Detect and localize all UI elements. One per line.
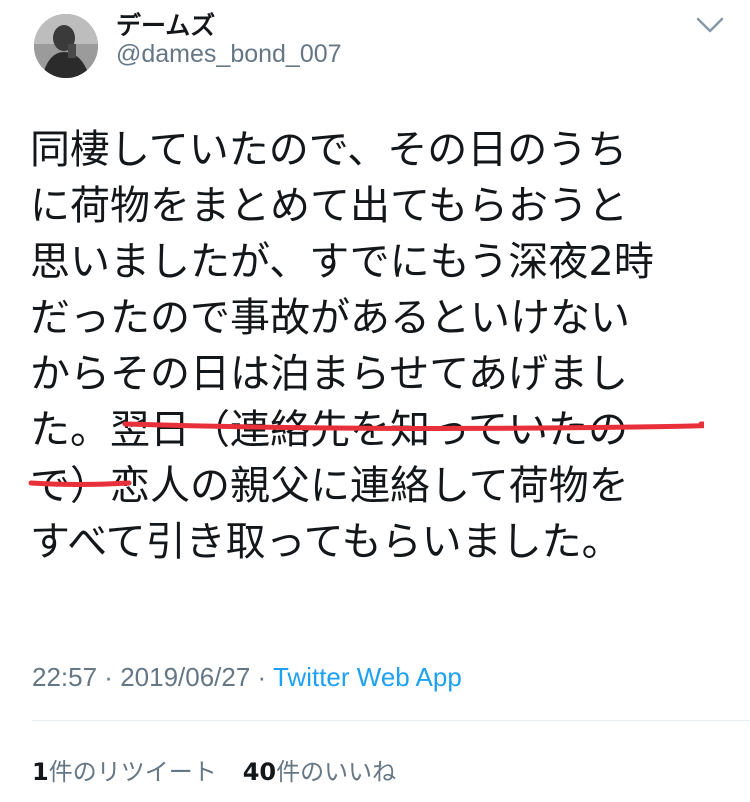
like-count: 40 — [242, 758, 277, 786]
tweet-header: デームズ @dames_bond_007 — [0, 0, 750, 90]
chevron-down-icon[interactable] — [690, 12, 730, 38]
tweet-time[interactable]: 22:57 — [32, 662, 97, 692]
tweet-line: すべて引き取ってもらいました。 — [30, 519, 622, 565]
like-stat[interactable]: 40件のいいね — [243, 758, 396, 786]
retweet-stat[interactable]: 1件のリツイート — [32, 758, 217, 786]
tweet-line: 思いましたが、すでにもう深夜2時 — [30, 239, 654, 285]
display-name[interactable]: デームズ — [116, 6, 215, 42]
separator: · — [97, 662, 121, 692]
separator: · — [250, 662, 273, 692]
retweet-label: 件のリツイート — [48, 758, 217, 786]
tweet-line: で）恋人の親父に連絡して荷物を — [30, 463, 629, 509]
retweet-count: 1 — [32, 758, 49, 786]
avatar[interactable] — [34, 14, 98, 78]
tweet-line: に荷物をまとめて出てもらおうと — [30, 183, 628, 229]
tweet-date[interactable]: 2019/06/27 — [120, 662, 250, 692]
red-underline-mark — [122, 421, 704, 431]
tweet-source-link[interactable]: Twitter Web App — [273, 662, 462, 692]
like-label: 件のいいね — [276, 758, 397, 786]
user-handle[interactable]: @dames_bond_007 — [116, 40, 342, 69]
red-underline-mark — [28, 480, 132, 487]
engagement-stats: 1件のリツイート 40件のいいね — [32, 752, 396, 787]
avatar-photo — [34, 14, 98, 78]
tweet-line: からその日は泊まらせてあげまし — [30, 351, 628, 397]
tweet-line: 同棲していたので、その日のうち — [30, 127, 628, 173]
tweet-text: 同棲していたので、その日のうち に荷物をまとめて出てもらおうと 思いましたが、す… — [30, 122, 740, 570]
tweet-line: だったので事故があるといけない — [30, 295, 630, 341]
divider — [32, 720, 750, 721]
tweet-metadata: 22:57 · 2019/06/27 · Twitter Web App — [32, 662, 462, 693]
